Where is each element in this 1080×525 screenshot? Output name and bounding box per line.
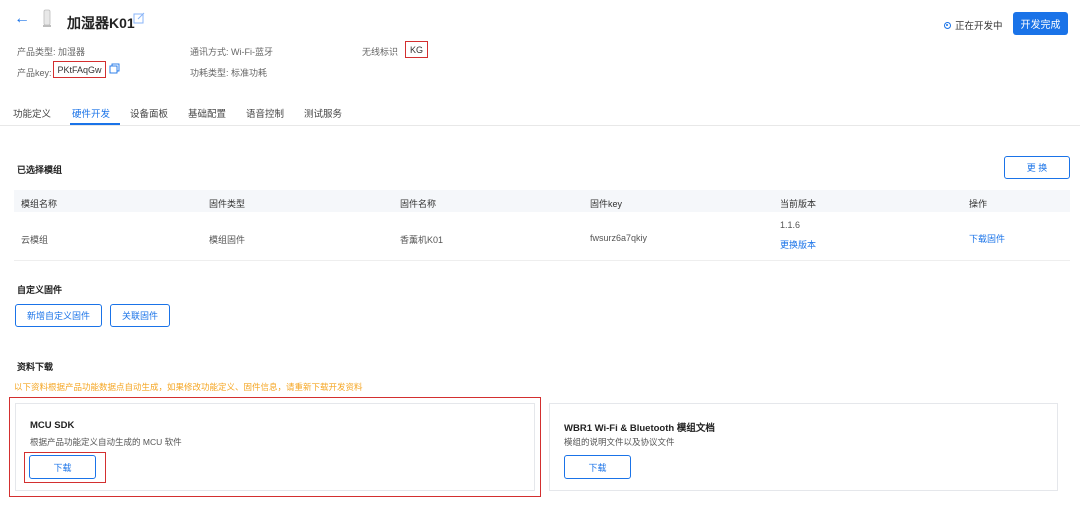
selected-module-title: 已选择模组 bbox=[17, 165, 63, 175]
device-thumbnail-icon bbox=[42, 9, 52, 29]
module-docs-desc: 模组的说明文件以及协议文件 bbox=[564, 437, 675, 447]
comm-value: Wi-Fi-蓝牙 bbox=[231, 47, 274, 57]
power-value: 标准功耗 bbox=[231, 68, 268, 78]
download-firmware-link[interactable]: 下载固件 bbox=[969, 232, 1005, 245]
tab-function-definition[interactable]: 功能定义 bbox=[13, 106, 51, 120]
col-action: 操作 bbox=[969, 199, 988, 209]
add-custom-firmware-button[interactable]: 新增自定义固件 bbox=[15, 304, 102, 327]
table-row-divider bbox=[14, 260, 1070, 261]
page-title: 加湿器K01 bbox=[67, 15, 135, 31]
product-type-value: 加湿器 bbox=[58, 47, 86, 57]
module-docs-title: WBR1 Wi-Fi & Bluetooth 模组文档 bbox=[564, 423, 715, 434]
cell-firmware-key: fwsurz6a7qkiy bbox=[590, 233, 648, 243]
col-firmware-type: 固件类型 bbox=[209, 199, 246, 209]
wireless-id-value: KG bbox=[405, 41, 428, 58]
link-firmware-button[interactable]: 关联固件 bbox=[110, 304, 170, 327]
tab-test-service[interactable]: 测试服务 bbox=[304, 106, 342, 120]
product-key-label: 产品key: bbox=[17, 68, 52, 78]
copy-icon[interactable] bbox=[109, 63, 120, 76]
cell-firmware-name: 香薰机K01 bbox=[400, 235, 444, 245]
tab-device-panel[interactable]: 设备面板 bbox=[130, 106, 168, 120]
edit-icon[interactable] bbox=[133, 12, 145, 26]
status-text: 正在开发中 bbox=[955, 21, 1003, 32]
status-indicator: 正在开发中 bbox=[944, 18, 1003, 32]
col-firmware-name: 固件名称 bbox=[400, 199, 437, 209]
mcu-sdk-download-button[interactable]: 下载 bbox=[29, 455, 96, 479]
cell-firmware-type: 模组固件 bbox=[209, 235, 246, 245]
module-table-header bbox=[14, 190, 1070, 212]
downloads-title: 资料下载 bbox=[17, 362, 54, 372]
finish-dev-button[interactable]: 开发完成 bbox=[1013, 12, 1068, 35]
downloads-notice: 以下资料根据产品功能数据点自动生成，如果修改功能定义、固件信息，请重新下载开发资… bbox=[14, 382, 363, 392]
product-type: 产品类型: 加湿器 bbox=[17, 45, 85, 58]
cell-version: 1.1.6 bbox=[780, 220, 801, 230]
wireless-label: 无线标识 bbox=[362, 47, 399, 57]
module-docs-download-button[interactable]: 下载 bbox=[564, 455, 631, 479]
product-type-label: 产品类型: bbox=[17, 47, 56, 57]
status-dot-icon bbox=[944, 21, 951, 29]
custom-firmware-title: 自定义固件 bbox=[17, 285, 63, 295]
wireless-value-text: KG bbox=[409, 44, 423, 55]
power-label: 功耗类型: bbox=[190, 68, 229, 78]
change-version-link[interactable]: 更换版本 bbox=[780, 238, 816, 251]
comm-method: 通讯方式: Wi-Fi-蓝牙 bbox=[190, 45, 273, 58]
mcu-sdk-title: MCU SDK bbox=[30, 420, 75, 431]
change-module-button[interactable]: 更 换 bbox=[1004, 156, 1070, 179]
power-type: 功耗类型: 标准功耗 bbox=[190, 66, 267, 79]
col-module-name: 模组名称 bbox=[21, 199, 58, 209]
comm-label: 通讯方式: bbox=[190, 47, 229, 57]
back-arrow-icon[interactable]: ← bbox=[14, 10, 30, 28]
wireless-id: 无线标识 bbox=[362, 45, 398, 58]
col-firmware-key: 固件key bbox=[590, 199, 623, 209]
mcu-sdk-desc: 根据产品功能定义自动生成的 MCU 软件 bbox=[30, 437, 182, 447]
tab-basic-config[interactable]: 基础配置 bbox=[188, 106, 226, 120]
product-key-value: PKtFAqGw bbox=[53, 61, 106, 78]
tab-hardware-development[interactable]: 硬件开发 bbox=[72, 106, 110, 120]
product-key-text: PKtFAqGw bbox=[57, 64, 102, 75]
tabs-divider bbox=[0, 125, 1080, 126]
tab-voice-control[interactable]: 语音控制 bbox=[246, 106, 284, 120]
cell-module-name: 云模组 bbox=[21, 235, 49, 245]
col-current-version: 当前版本 bbox=[780, 199, 817, 209]
